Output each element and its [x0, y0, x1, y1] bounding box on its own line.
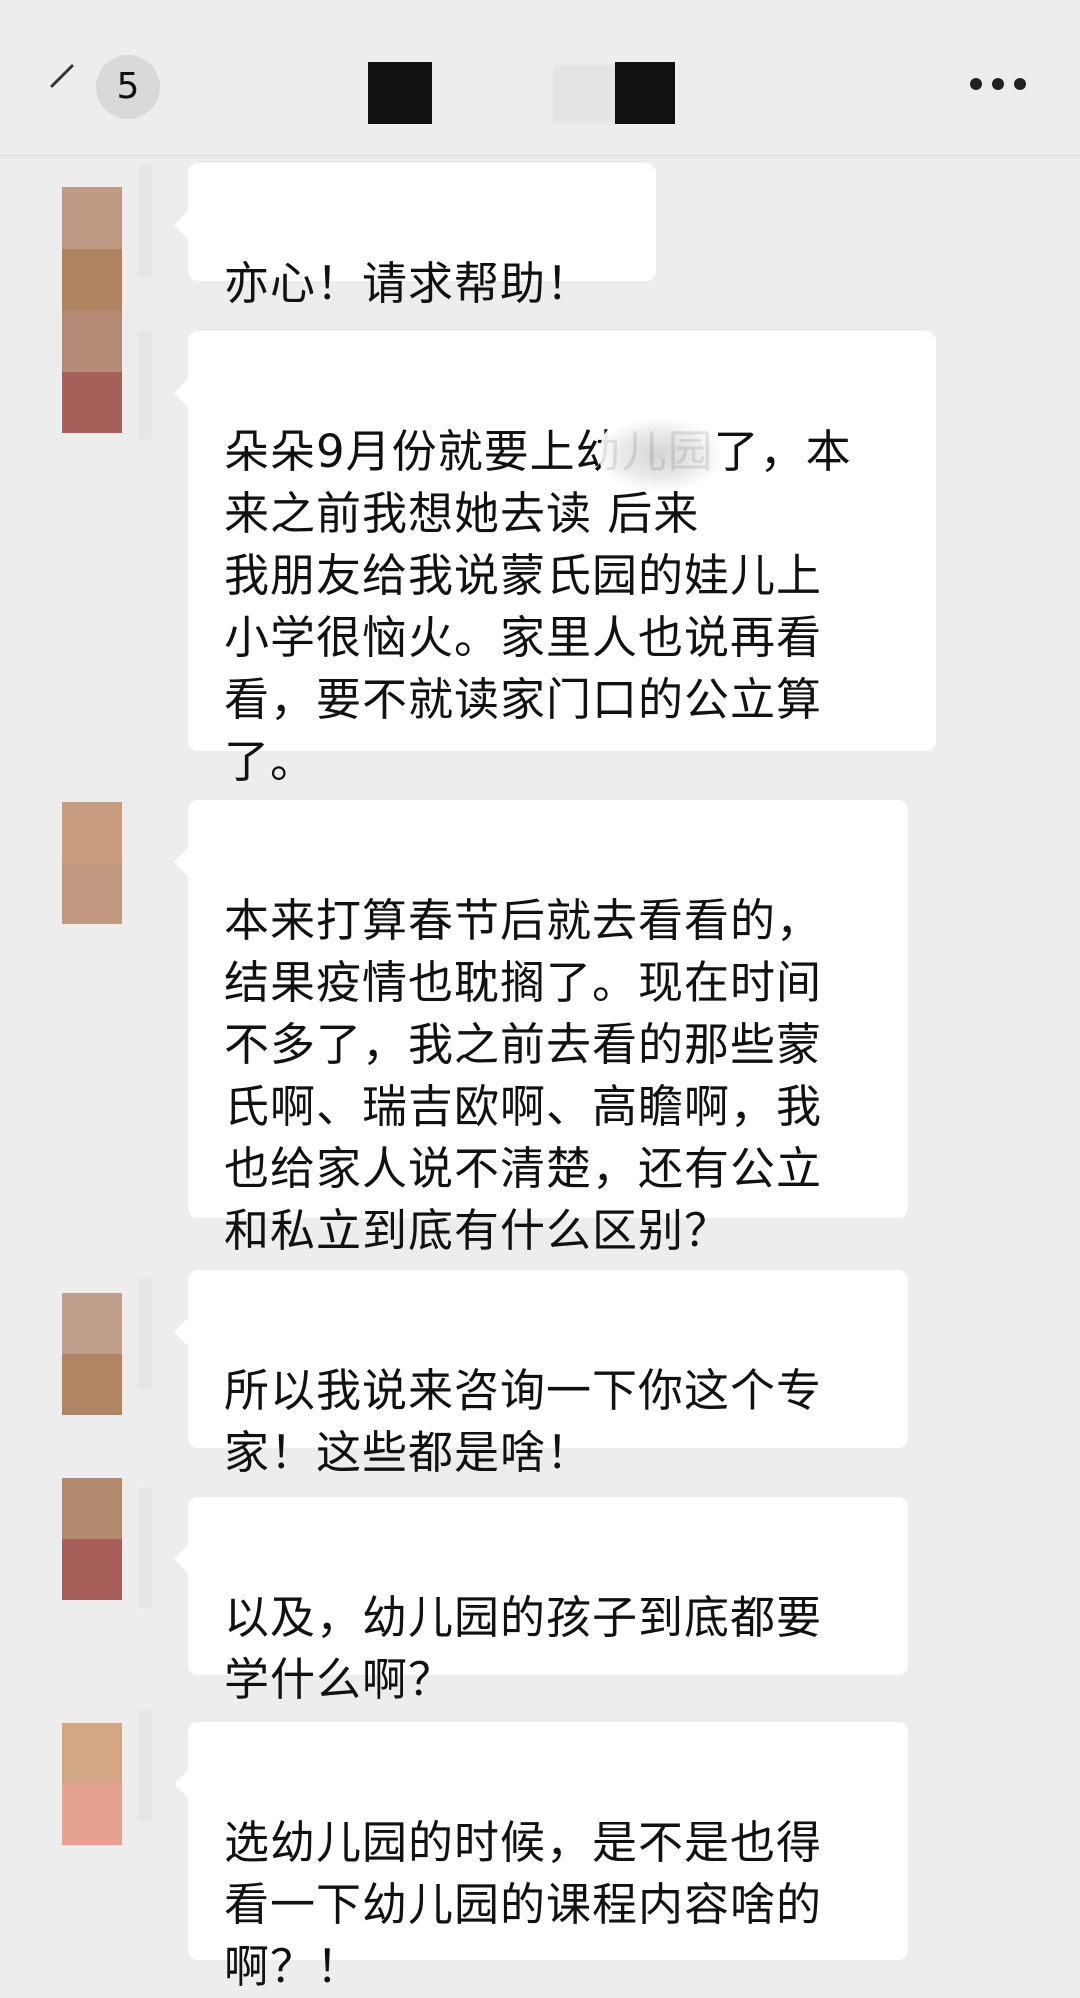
avatar[interactable]	[62, 311, 122, 433]
message-text: 朵朵9月份就要上幼儿园了，本 来之前我想她去读 后来 我朋友给我说蒙氏园的娃儿上…	[224, 425, 852, 788]
message-bubble[interactable]: 选幼儿园的时候，是不是也得 看一下幼儿园的课程内容啥的 啊？！	[174, 1722, 908, 1993]
back-chevron-icon[interactable]	[48, 62, 76, 90]
more-dots-icon[interactable]	[970, 78, 1030, 92]
avatar[interactable]	[62, 802, 122, 924]
redacted-name-block	[368, 62, 432, 124]
avatar[interactable]	[62, 1723, 122, 1845]
blurred-text-patch	[600, 420, 720, 490]
avatar-border	[138, 1710, 152, 1822]
message-bubble[interactable]: 朵朵9月份就要上幼儿园了，本 来之前我想她去读 后来 我朋友给我说蒙氏园的娃儿上…	[174, 331, 936, 788]
message-text: 本来打算春节后就去看看的， 结果疫情也耽搁了。现在时间 不多了，我之前去看的那些…	[224, 894, 823, 1257]
message-text: 亦心！请求帮助！	[224, 257, 593, 310]
unread-count-badge[interactable]: 5	[96, 55, 160, 119]
message-bubble[interactable]: 本来打算春节后就去看看的， 结果疫情也耽搁了。现在时间 不多了，我之前去看的那些…	[174, 800, 908, 1257]
message-bubble[interactable]: 亦心！请求帮助！	[174, 163, 656, 310]
avatar-border	[138, 1278, 152, 1390]
message-bubble[interactable]: 以及，幼儿园的孩子到底都要 学什么啊？	[174, 1497, 908, 1706]
avatar-border	[138, 1487, 152, 1609]
message-bubble[interactable]: 所以我说来咨询一下你这个专 家！这些都是啥！	[174, 1270, 908, 1479]
message-text: 所以我说来咨询一下你这个专 家！这些都是啥！	[224, 1364, 823, 1479]
redacted-name-block	[615, 62, 675, 124]
message-text: 选幼儿园的时候，是不是也得 看一下幼儿园的课程内容啥的 啊？！	[224, 1816, 823, 1993]
avatar[interactable]	[62, 1478, 122, 1600]
chat-header: 5	[0, 0, 1080, 156]
message-text: 以及，幼儿园的孩子到底都要 学什么啊？	[224, 1591, 823, 1706]
avatar[interactable]	[62, 187, 122, 311]
redacted-name-block	[553, 65, 615, 123]
avatar-border	[138, 330, 152, 440]
avatar[interactable]	[62, 1293, 122, 1415]
avatar-border	[138, 165, 152, 278]
